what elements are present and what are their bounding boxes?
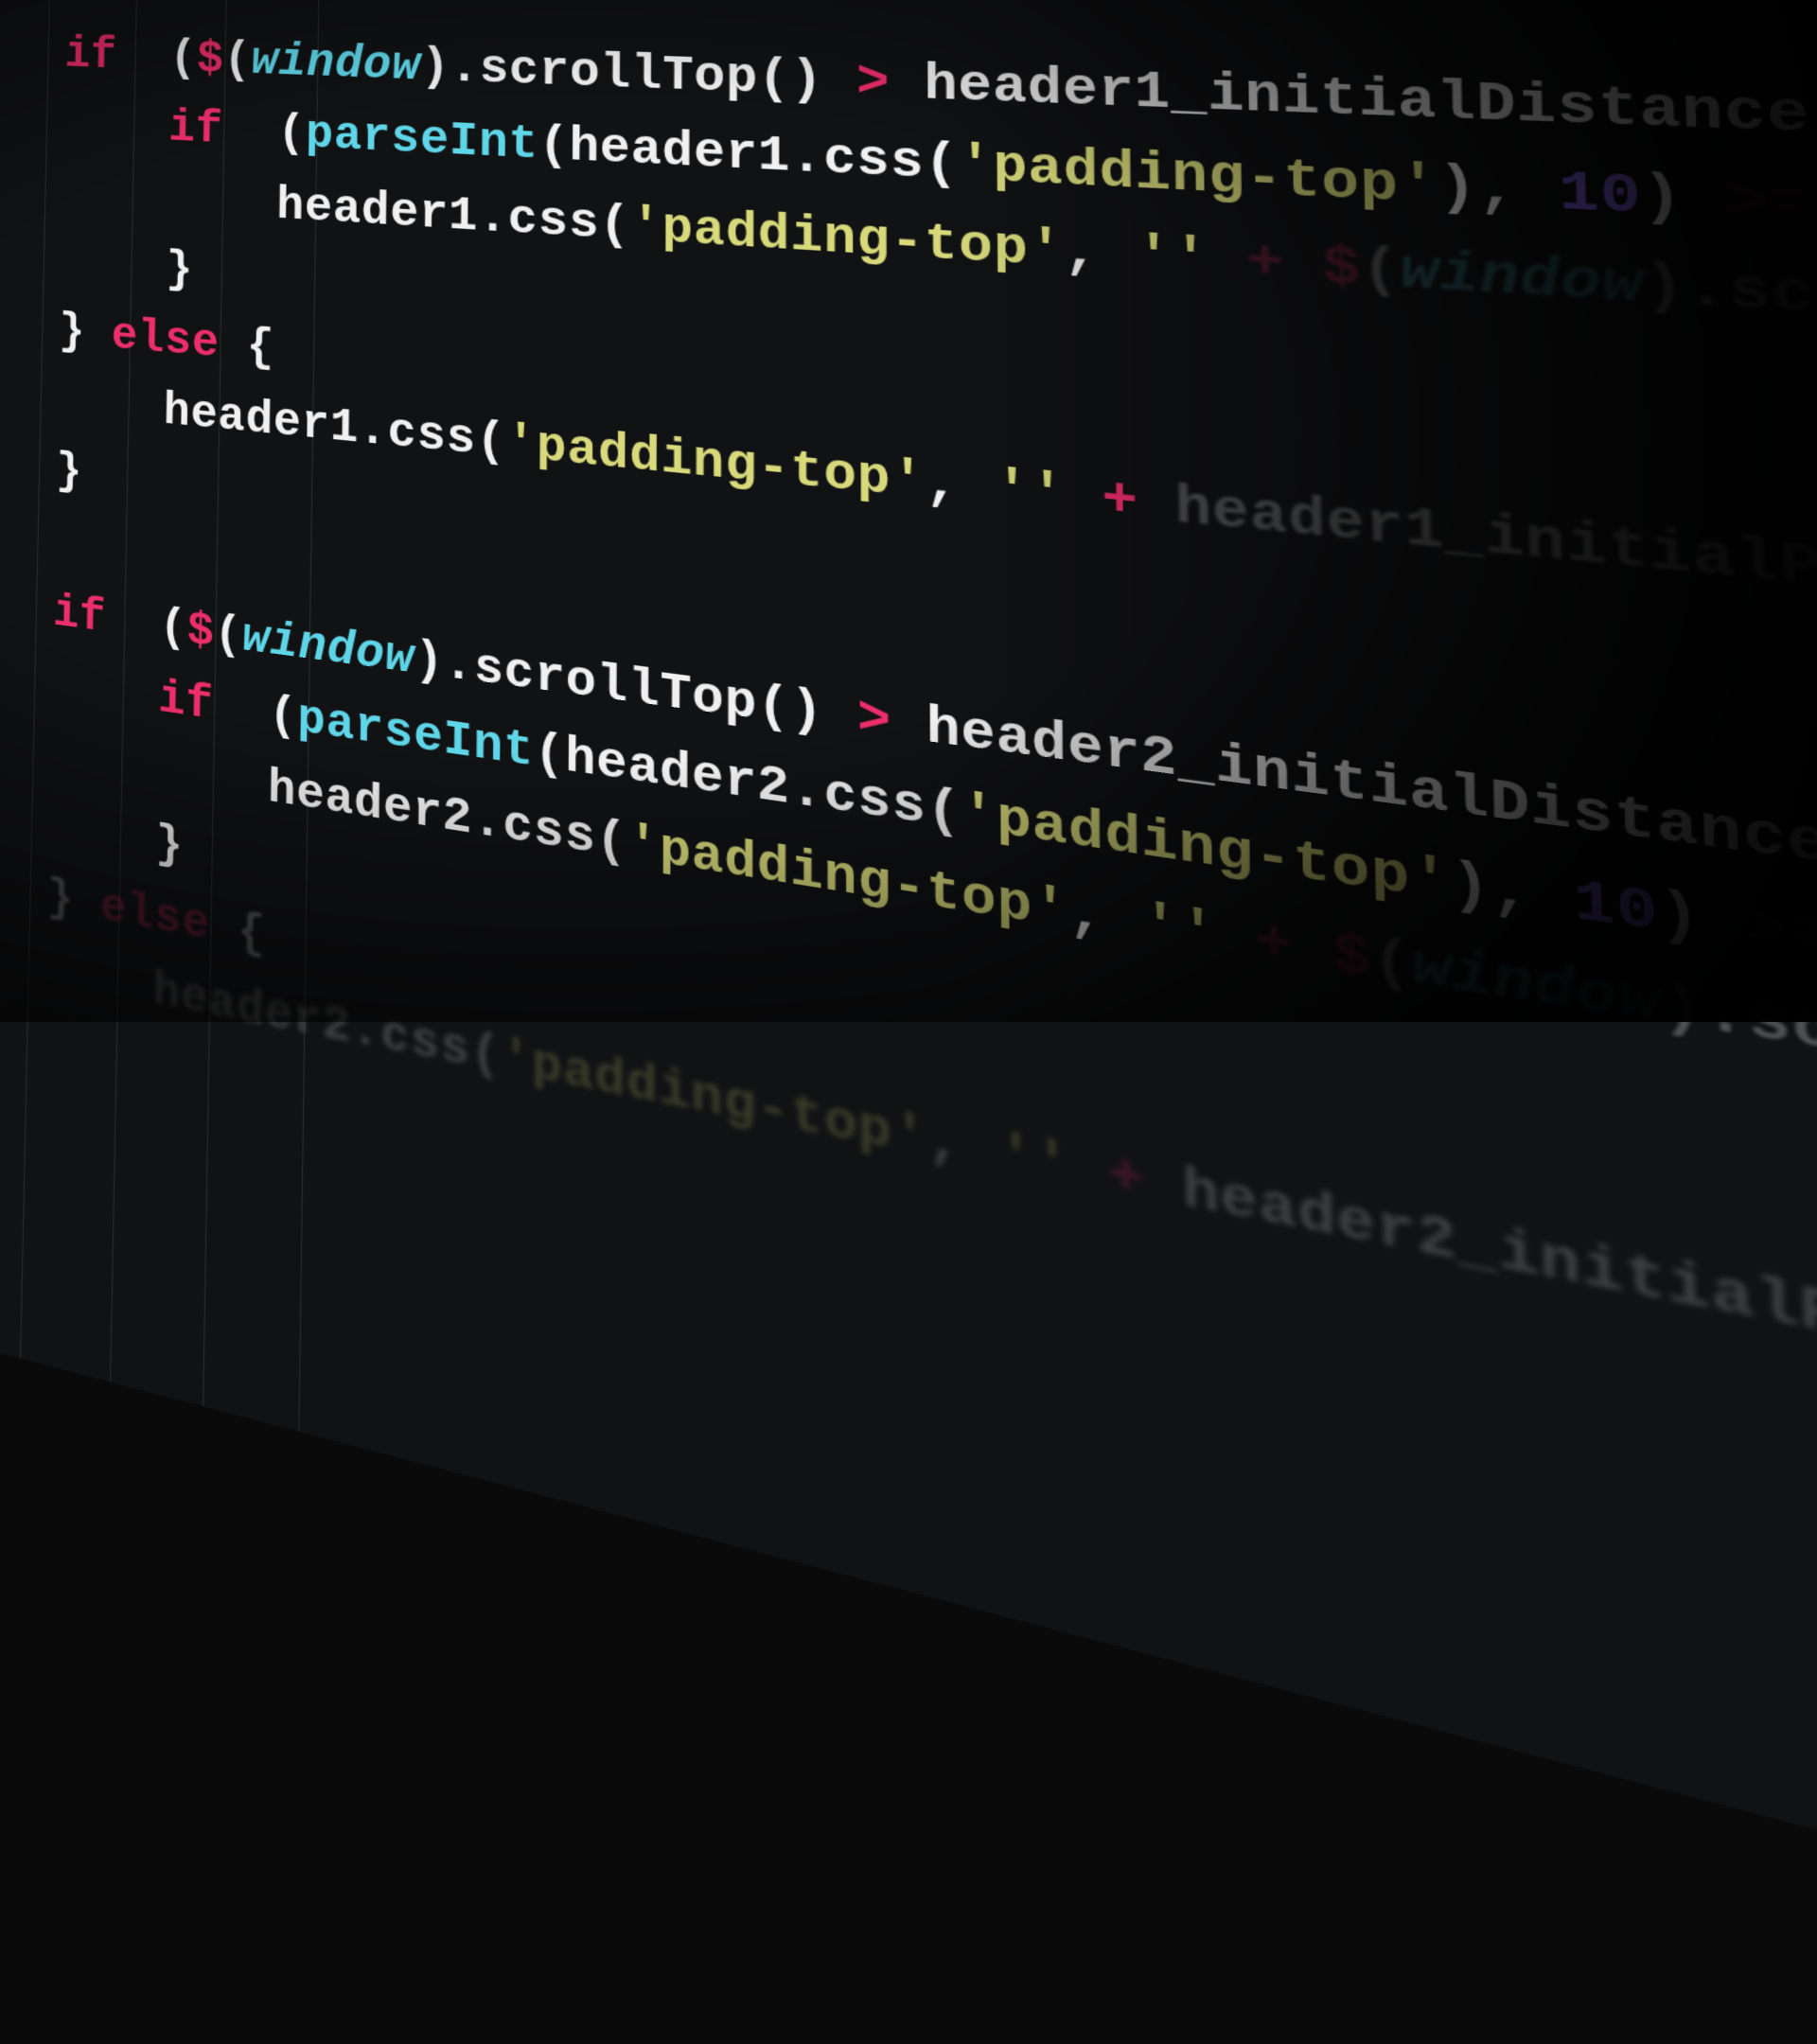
jquery-dollar: $ <box>196 34 224 87</box>
rbrace: } <box>166 243 194 297</box>
kw-if: if <box>64 29 117 81</box>
ident-parseint: parseInt <box>306 109 539 173</box>
str-empty: '' <box>1136 226 1209 291</box>
num-ten: 10 <box>1558 163 1642 231</box>
ident-header1: header1 <box>569 120 790 186</box>
ident-css: css <box>823 131 925 193</box>
ident-h1-dist: header1_initialDistance <box>924 57 1811 150</box>
op-gt: > <box>856 54 891 113</box>
ident-scrolltop: scrollTop <box>479 43 758 108</box>
source-code[interactable]: + header0_initialPadding + 'px'); if ($(… <box>0 0 1817 1804</box>
ident-h1-padding: header1_initialPadding <box>1174 477 1817 630</box>
op-gte: >= <box>1725 169 1813 239</box>
dot: . <box>450 42 480 97</box>
ident-header2: header2 <box>565 729 790 819</box>
comma: , <box>1477 159 1519 224</box>
lparen: ( <box>169 33 197 85</box>
str-padding-top: 'padding-top' <box>959 137 1439 220</box>
kw-else: else <box>111 309 220 370</box>
ident-window: window <box>251 35 421 94</box>
code-editor-surface: + header0_initialPadding + 'px'); if ($(… <box>0 0 1817 2044</box>
